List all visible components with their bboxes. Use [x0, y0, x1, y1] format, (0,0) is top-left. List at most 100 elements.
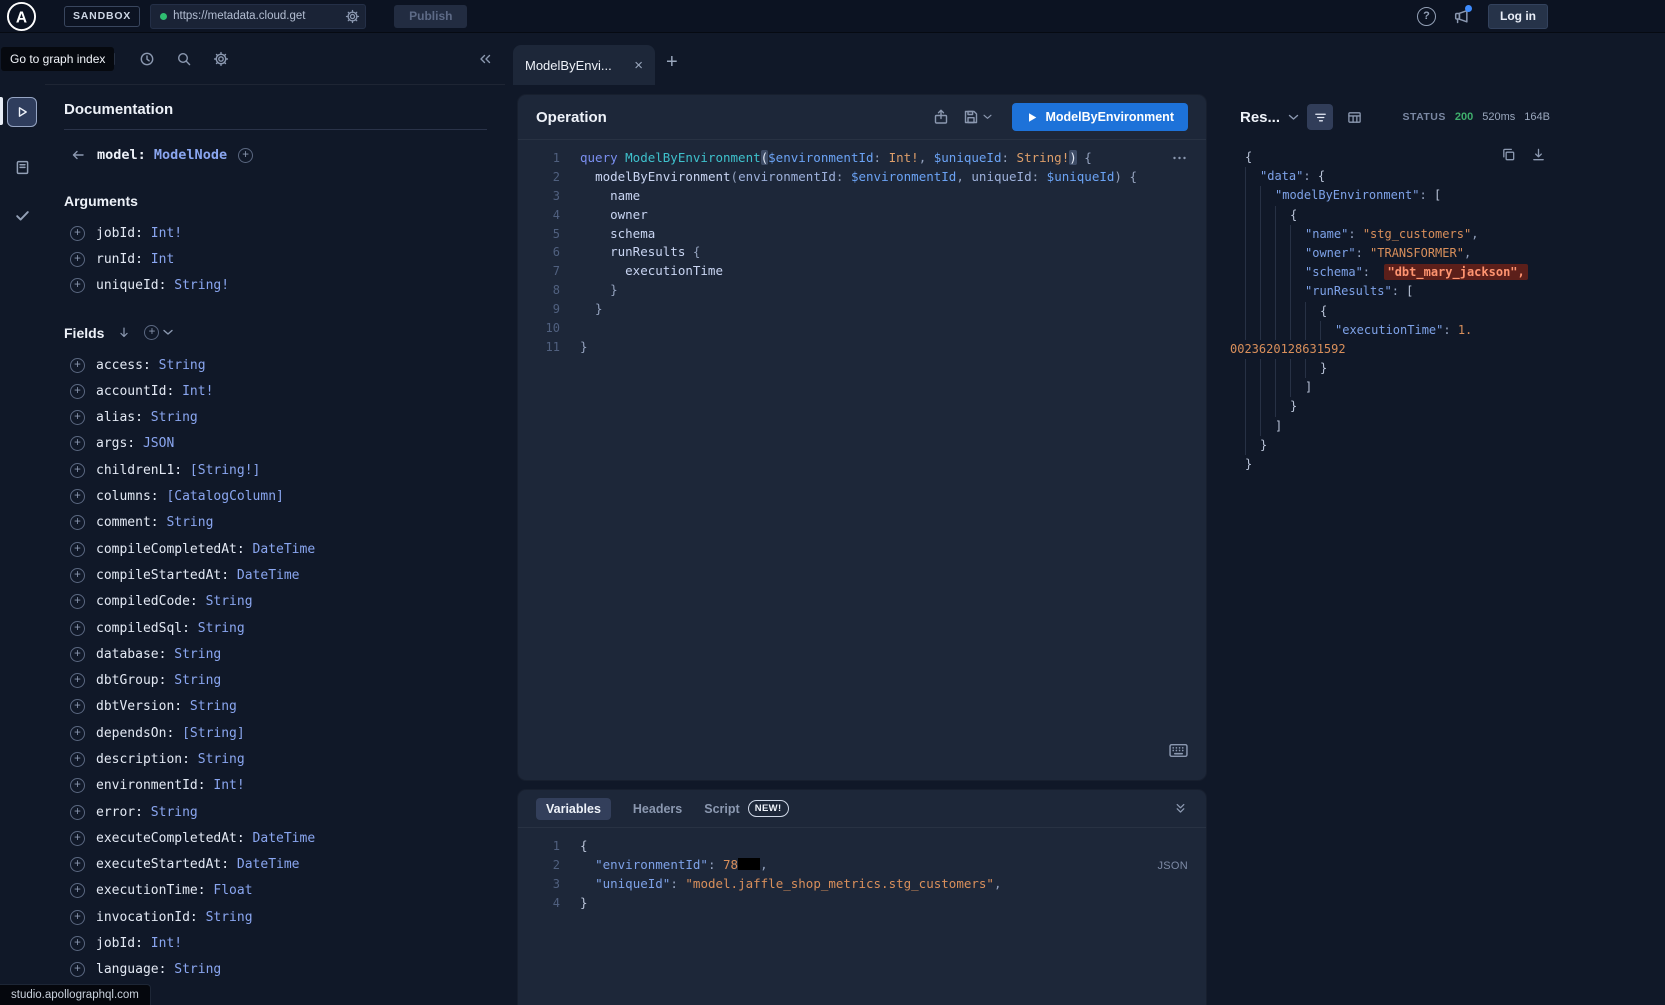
doc-field-row[interactable]: +executionTime: Float [70, 878, 505, 904]
tab-script[interactable]: Script NEW! [704, 800, 788, 817]
endpoint-url[interactable]: https://metadata.cloud.get [173, 10, 339, 22]
add-field-button[interactable]: + [70, 778, 85, 793]
add-field-button[interactable]: + [70, 463, 85, 478]
download-response-icon[interactable] [1531, 147, 1546, 162]
add-field-button[interactable]: + [70, 489, 85, 504]
add-field-button[interactable]: + [70, 962, 85, 977]
collapse-variables-icon[interactable] [1173, 801, 1188, 816]
doc-field-row[interactable]: +compileStartedAt: DateTime [70, 562, 505, 588]
doc-field-row[interactable]: +executeCompletedAt: DateTime [70, 825, 505, 851]
fields-list: +access: String+accountId: Int!+alias: S… [64, 352, 505, 983]
response-chevron-icon[interactable] [1288, 114, 1299, 121]
doc-field-row[interactable]: +jobId: Int! [70, 220, 505, 246]
announcements-button[interactable] [1452, 8, 1470, 25]
add-field-button[interactable]: + [70, 699, 85, 714]
help-icon[interactable]: ? [1417, 7, 1436, 26]
doc-field-row[interactable]: +dbtVersion: String [70, 694, 505, 720]
run-operation-button[interactable]: ModelByEnvironment [1012, 103, 1189, 131]
new-tab-button[interactable]: + [666, 51, 678, 74]
doc-field-row[interactable]: +dependsOn: [String] [70, 720, 505, 746]
add-field-button[interactable]: + [70, 752, 85, 767]
tab-modelbyenvironment[interactable]: ModelByEnvi... × [513, 45, 655, 85]
nav-schema[interactable] [7, 152, 37, 182]
doc-field-row[interactable]: +columns: [CatalogColumn] [70, 483, 505, 509]
publish-button[interactable]: Publish [394, 5, 467, 28]
keyboard-shortcuts-icon[interactable] [1169, 743, 1188, 758]
doc-field-row[interactable]: + compileCompletedAt: DateTime [70, 536, 505, 562]
add-field-button[interactable]: + [70, 410, 85, 425]
doc-field-row[interactable]: +executeStartedAt: DateTime [70, 852, 505, 878]
add-field-button[interactable]: + [70, 384, 85, 399]
add-field-button[interactable]: + [70, 436, 85, 451]
operation-more-options-icon[interactable] [1171, 150, 1188, 166]
add-field-button[interactable]: + [70, 278, 85, 293]
history-icon[interactable] [139, 51, 155, 67]
add-field-button[interactable]: + [70, 805, 85, 820]
tab-headers[interactable]: Headers [633, 802, 682, 816]
doc-field-row[interactable]: +dbtGroup: String [70, 667, 505, 693]
add-field-button[interactable]: + [70, 542, 85, 557]
add-field-button[interactable]: + [70, 910, 85, 925]
endpoint-url-input[interactable]: https://metadata.cloud.get [150, 4, 366, 29]
doc-field-row[interactable]: +database: String [70, 641, 505, 667]
app-window: A SANDBOX https://metadata.cloud.get Pub… [0, 0, 1665, 1005]
settings-gear-icon[interactable] [213, 51, 229, 67]
add-type-button[interactable]: + [238, 148, 253, 163]
add-field-button[interactable]: + [70, 883, 85, 898]
add-field-button[interactable]: + [70, 594, 85, 609]
add-field-button[interactable]: + [70, 568, 85, 583]
add-field-button[interactable]: + [70, 673, 85, 688]
collapse-panel-icon[interactable] [477, 51, 493, 67]
doc-field-row[interactable]: +uniqueId: String! [70, 273, 505, 299]
login-button[interactable]: Log in [1488, 4, 1548, 29]
add-field-button[interactable]: + [70, 621, 85, 636]
doc-field-row[interactable]: +invocationId: String [70, 904, 505, 930]
doc-field-row[interactable]: +access: String [70, 352, 505, 378]
doc-field-row[interactable]: + runId: Int [70, 246, 505, 272]
doc-field-row[interactable]: +comment: String [70, 510, 505, 536]
add-field-button[interactable]: + [70, 857, 85, 872]
field-name: runId: Int [96, 252, 174, 267]
copy-response-icon[interactable] [1501, 147, 1516, 162]
documentation-panel: Documentation model: ModelNode + Argumen… [45, 85, 505, 1005]
tab-variables[interactable]: Variables [536, 798, 611, 820]
nav-explorer[interactable] [7, 97, 37, 127]
apollo-logo-icon[interactable]: A [6, 1, 37, 32]
add-field-button[interactable]: + [70, 726, 85, 741]
add-field-button[interactable]: + [70, 936, 85, 951]
response-line: "data": { [1222, 167, 1562, 186]
back-arrow-icon[interactable] [70, 147, 86, 163]
doc-field-row[interactable]: +args: JSON [70, 431, 505, 457]
operation-editor[interactable]: 1query ModelByEnvironment($environmentId… [518, 140, 1206, 357]
doc-field-row[interactable]: +compiledSql: String [70, 615, 505, 641]
doc-field-row[interactable]: +error: String [70, 799, 505, 825]
share-icon[interactable] [933, 109, 949, 125]
connection-settings-gear-icon[interactable] [345, 9, 360, 24]
add-field-button[interactable]: + [70, 647, 85, 662]
sort-down-arrow-icon[interactable] [117, 325, 131, 340]
doc-field-row[interactable]: +childrenL1: [String!] [70, 457, 505, 483]
response-view-table-button[interactable] [1341, 104, 1367, 130]
add-field-button[interactable]: + [70, 226, 85, 241]
doc-field-row[interactable]: +jobId: Int! [70, 930, 505, 956]
add-all-fields-button[interactable]: + [144, 325, 173, 340]
close-tab-icon[interactable]: × [634, 58, 643, 73]
add-field-button[interactable]: + [70, 831, 85, 846]
doc-field-row[interactable]: +alias: String [70, 404, 505, 430]
nav-checks[interactable] [7, 200, 37, 230]
doc-field-row[interactable]: +accountId: Int! [70, 378, 505, 404]
doc-field-row[interactable]: +description: String [70, 746, 505, 772]
field-name: compiledCode: String [96, 594, 253, 609]
add-field-button[interactable]: + [70, 515, 85, 530]
search-icon[interactable] [176, 51, 192, 67]
doc-field-row[interactable]: +language: String [70, 957, 505, 983]
variables-editor[interactable]: 1{2 "environmentId": 78,3 "uniqueId": "m… [518, 828, 1206, 913]
doc-field-row[interactable]: +environmentId: Int! [70, 773, 505, 799]
add-field-button[interactable]: + [70, 358, 85, 373]
response-view-tree-button[interactable] [1307, 104, 1333, 130]
save-operation-button[interactable] [963, 109, 992, 125]
field-name: compileCompletedAt: DateTime [96, 542, 315, 557]
doc-field-row[interactable]: + compiledCode: String [70, 589, 505, 615]
response-json[interactable]: {"data": {"modelByEnvironment": [{"name"… [1222, 148, 1562, 474]
add-field-button[interactable]: + [70, 252, 85, 267]
